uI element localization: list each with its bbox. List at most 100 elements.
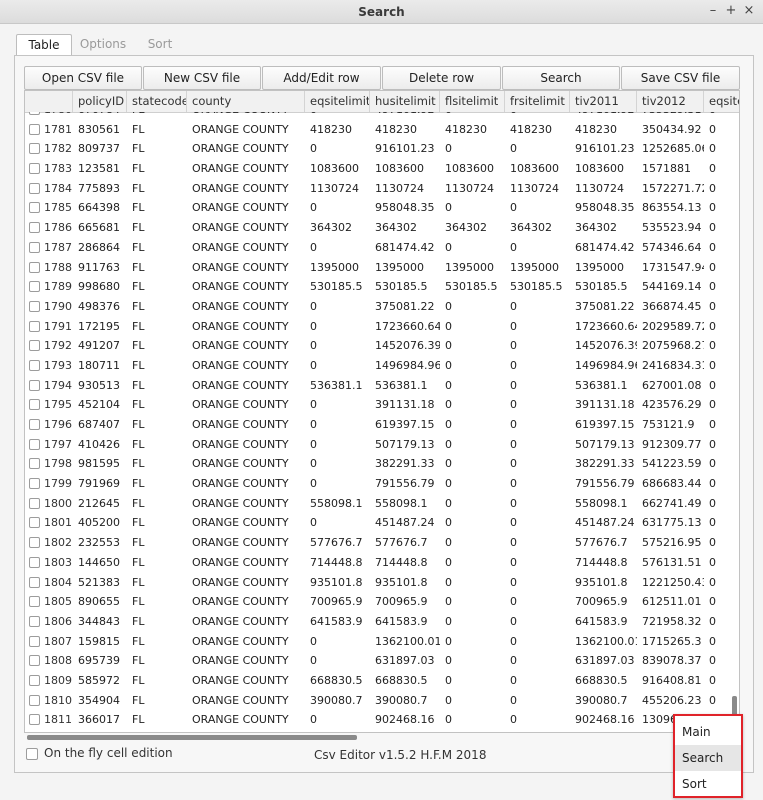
cell-statecode[interactable]: FL	[127, 435, 187, 455]
cell-tiv2012[interactable]: 631775.13	[637, 513, 704, 533]
cell-frsitelimit[interactable]: 0	[505, 632, 570, 652]
cell-flsitelimit[interactable]: 0	[440, 395, 505, 415]
row-checkbox[interactable]	[29, 123, 40, 135]
cell-county[interactable]: ORANGE COUNTY	[187, 159, 305, 179]
cell-flsitelimit[interactable]: 0	[440, 651, 505, 671]
cell-husitelimit[interactable]: 375081.22	[370, 297, 440, 317]
cell-policy-id[interactable]: 144650	[73, 553, 127, 573]
cell-county[interactable]: ORANGE COUNTY	[187, 179, 305, 199]
table-row[interactable]: 1787 286864 FL ORANGE COUNTY 0 681474.42 0 0 681…	[25, 238, 739, 258]
cell-frsitelimit[interactable]: 0	[505, 671, 570, 691]
cell-tiv2012[interactable]: 1715265.3	[637, 632, 704, 652]
cell-policy-id[interactable]: 123581	[73, 159, 127, 179]
cell-husitelimit[interactable]: 641583.9	[370, 612, 440, 632]
table-row[interactable]: 1792 491207 FL ORANGE COUNTY 0 1452076.39 0 0 14…	[25, 336, 739, 356]
table-row[interactable]: 1781 830561 FL ORANGE COUNTY 418230 418230 418…	[25, 120, 739, 140]
menu-item-search[interactable]: Search	[675, 745, 741, 771]
cell-eqsitelimit[interactable]: 530185.5	[305, 277, 370, 297]
cell-county[interactable]: ORANGE COUNTY	[187, 112, 305, 120]
cell-husitelimit[interactable]: 418230	[370, 120, 440, 140]
tab-table[interactable]: Table	[16, 34, 72, 56]
table-row[interactable]: 1805 890655 FL ORANGE COUNTY 700965.9 700965.…	[25, 592, 739, 612]
cell-frsitelimit[interactable]: 364302	[505, 218, 570, 238]
cell-statecode[interactable]: FL	[127, 513, 187, 533]
cell-frsitelimit[interactable]: 0	[505, 238, 570, 258]
row-checkbox[interactable]	[29, 241, 40, 253]
row-checkbox[interactable]	[29, 458, 40, 470]
table-row[interactable]: 1797 410426 FL ORANGE COUNTY 0 507179.13 0 0 507…	[25, 435, 739, 455]
cell-husitelimit[interactable]: 382291.33	[370, 454, 440, 474]
cell-tiv2012[interactable]: 576131.51	[637, 553, 704, 573]
table-row[interactable]: 1793 180711 FL ORANGE COUNTY 0 1496984.96 0 0 14…	[25, 356, 739, 376]
cell-tiv2011[interactable]: 700965.9	[570, 592, 637, 612]
cell-statecode[interactable]: FL	[127, 533, 187, 553]
cell-county[interactable]: ORANGE COUNTY	[187, 592, 305, 612]
cell-tiv2011[interactable]: 916101.23	[570, 139, 637, 159]
cell-eqsitelimit[interactable]: 0	[305, 297, 370, 317]
cell-county[interactable]: ORANGE COUNTY	[187, 533, 305, 553]
cell-husitelimit[interactable]: 1723660.64	[370, 317, 440, 337]
cell-tiv2011[interactable]: 418230	[570, 120, 637, 140]
cell-frsitelimit[interactable]: 1130724	[505, 179, 570, 199]
cell-statecode[interactable]: FL	[127, 395, 187, 415]
cell-county[interactable]: ORANGE COUNTY	[187, 710, 305, 730]
row-checkbox[interactable]	[29, 537, 40, 549]
table-row[interactable]: 1808 695739 FL ORANGE COUNTY 0 631897.03 0 0 631…	[25, 651, 739, 671]
cell-county[interactable]: ORANGE COUNTY	[187, 277, 305, 297]
cell-frsitelimit[interactable]: 1395000	[505, 258, 570, 278]
cell-tiv2011[interactable]: 1395000	[570, 258, 637, 278]
on-the-fly-edit-checkbox[interactable]	[26, 748, 38, 760]
cell-tiv2012[interactable]: 839078.37	[637, 651, 704, 671]
cell-flsitelimit[interactable]: 530185.5	[440, 277, 505, 297]
column-header-row-number[interactable]	[25, 91, 73, 112]
table-row[interactable]: 1785 664398 FL ORANGE COUNTY 0 958048.35 0 0 958…	[25, 198, 739, 218]
cell-tiv2012[interactable]: 863554.13	[637, 198, 704, 218]
cell-statecode[interactable]: FL	[127, 317, 187, 337]
row-checkbox[interactable]	[29, 694, 40, 706]
row-checkbox[interactable]	[29, 655, 40, 667]
row-checkbox[interactable]	[29, 261, 40, 273]
cell-policy-id[interactable]: 452104	[73, 395, 127, 415]
cell-tiv2012[interactable]: 2416834.31	[637, 356, 704, 376]
cell-policy-id[interactable]: 981595	[73, 454, 127, 474]
table-row[interactable]: 1811 366017 FL ORANGE COUNTY 0 902468.16 0 0 902…	[25, 710, 739, 730]
cell-husitelimit[interactable]: 1395000	[370, 258, 440, 278]
cell-tiv2012[interactable]: 423576.29	[637, 395, 704, 415]
cell-tiv2012[interactable]: 1731547.94	[637, 258, 704, 278]
table-row[interactable]: 1798 981595 FL ORANGE COUNTY 0 382291.33 0 0 382…	[25, 454, 739, 474]
cell-tiv2012[interactable]: 1252685.06	[637, 139, 704, 159]
cell-eqsitelimit[interactable]: 0	[305, 317, 370, 337]
row-checkbox[interactable]	[29, 359, 40, 371]
cell-county[interactable]: ORANGE COUNTY	[187, 415, 305, 435]
row-checkbox[interactable]	[29, 596, 40, 608]
cell-tiv2012[interactable]: 2029589.72	[637, 317, 704, 337]
cell-county[interactable]: ORANGE COUNTY	[187, 454, 305, 474]
cell-flsitelimit[interactable]: 0	[440, 612, 505, 632]
cell-county[interactable]: ORANGE COUNTY	[187, 218, 305, 238]
cell-husitelimit[interactable]: 668830.5	[370, 671, 440, 691]
table-row[interactable]: 1803 144650 FL ORANGE COUNTY 714448.8 714448.…	[25, 553, 739, 573]
column-header-policy-id[interactable]: policyID	[73, 91, 127, 112]
table-row[interactable]: 1794 930513 FL ORANGE COUNTY 536381.1 536381.…	[25, 376, 739, 396]
cell-statecode[interactable]: FL	[127, 297, 187, 317]
row-checkbox[interactable]	[29, 576, 40, 588]
cell-flsitelimit[interactable]: 0	[440, 376, 505, 396]
cell-eqsitelimit[interactable]: 1395000	[305, 258, 370, 278]
cell-eqsitelimit[interactable]: 0	[305, 356, 370, 376]
cell-flsitelimit[interactable]: 0	[440, 356, 505, 376]
cell-tiv2011[interactable]: 390080.7	[570, 691, 637, 711]
cell-husitelimit[interactable]: 902468.16	[370, 710, 440, 730]
cell-frsitelimit[interactable]: 0	[505, 553, 570, 573]
cell-statecode[interactable]: FL	[127, 356, 187, 376]
cell-county[interactable]: ORANGE COUNTY	[187, 612, 305, 632]
row-checkbox[interactable]	[29, 112, 40, 115]
row-checkbox[interactable]	[29, 556, 40, 568]
cell-policy-id[interactable]: 830561	[73, 120, 127, 140]
cell-county[interactable]: ORANGE COUNTY	[187, 198, 305, 218]
cell-flsitelimit[interactable]: 0	[440, 513, 505, 533]
cell-statecode[interactable]: FL	[127, 238, 187, 258]
cell-policy-id[interactable]: 665681	[73, 218, 127, 238]
cell-flsitelimit[interactable]: 0	[440, 454, 505, 474]
cell-frsitelimit[interactable]: 418230	[505, 120, 570, 140]
cell-tiv2011[interactable]: 641583.9	[570, 612, 637, 632]
